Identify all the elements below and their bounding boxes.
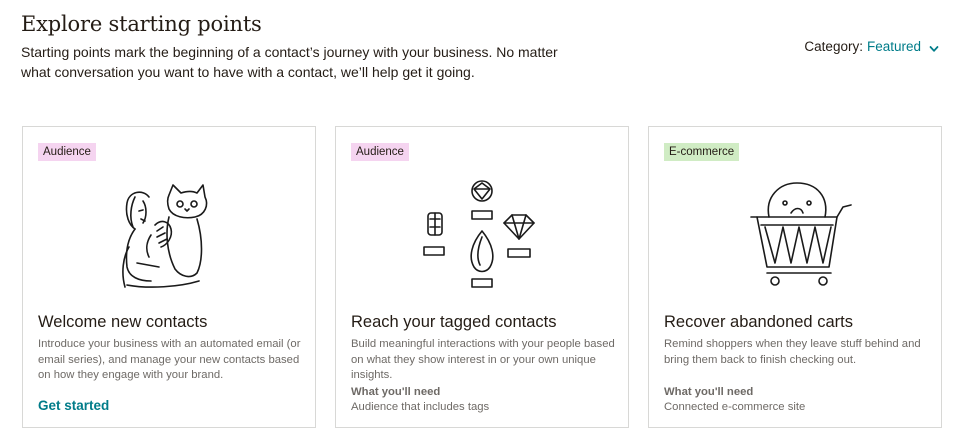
- card-description: Remind shoppers when they leave stuff be…: [664, 338, 921, 366]
- card-title: Welcome new contacts: [38, 313, 208, 331]
- category-badge: Audience: [38, 143, 96, 161]
- page-description: Starting points mark the beginning of a …: [21, 44, 558, 80]
- card-title: Reach your tagged contacts: [351, 313, 557, 331]
- requirements-label: What you'll need: [664, 386, 754, 398]
- chevron-down-icon[interactable]: [929, 42, 939, 52]
- category-label: Category:: [804, 39, 863, 54]
- gems-and-tags-illustration: [412, 177, 552, 297]
- starting-point-card-welcome[interactable]: Audience Welcome new contacts Introduce …: [22, 126, 316, 428]
- category-badge: E-commerce: [664, 143, 740, 161]
- requirements-value: Connected e-commerce site: [664, 401, 806, 413]
- woman-and-cat-illustration: [99, 177, 239, 297]
- category-badge: Audience: [351, 143, 409, 161]
- requirements-label: What you'll need: [351, 386, 441, 398]
- shopping-cart-character-illustration: [725, 177, 865, 297]
- starting-point-card-abandoned-carts[interactable]: E-commerce Recover abandoned carts Remin…: [648, 126, 942, 428]
- card-description: Introduce your business with an automate…: [38, 338, 301, 381]
- card-title: Recover abandoned carts: [664, 313, 853, 331]
- card-description: Build meaningful interactions with your …: [351, 338, 615, 381]
- starting-point-card-tagged[interactable]: Audience Reach your tagged contacts Buil…: [335, 126, 629, 428]
- category-dropdown[interactable]: Category: Featured: [804, 39, 939, 54]
- category-value[interactable]: Featured: [867, 39, 921, 54]
- page-title: Explore starting points: [21, 12, 262, 36]
- get-started-link[interactable]: Get started: [38, 398, 109, 413]
- requirements-value: Audience that includes tags: [351, 401, 490, 413]
